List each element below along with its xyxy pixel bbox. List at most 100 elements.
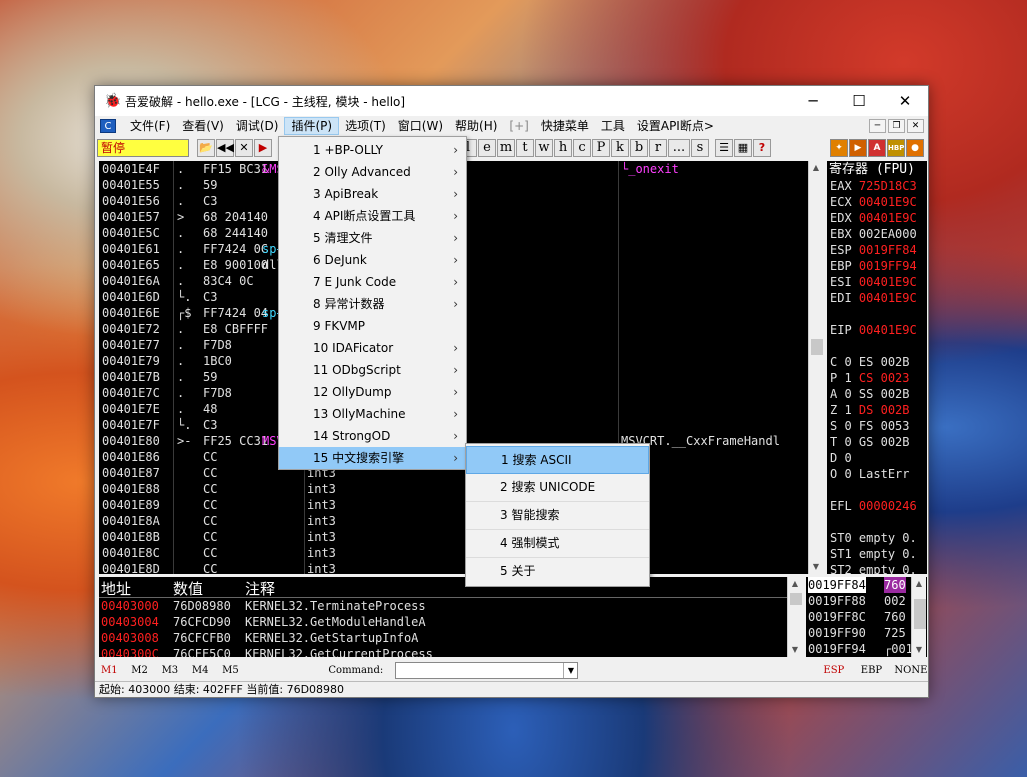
dump-row[interactable]: 00403004 76CFCD90 KERNEL32.GetModuleHandle… (99, 614, 802, 630)
plugin-bug-icon[interactable]: ✦ (830, 139, 848, 157)
register-row[interactable]: EAX 725D18C3 (827, 178, 927, 194)
bp-icon[interactable]: ● (906, 139, 924, 157)
menu-item[interactable]: 帮助(H) (449, 117, 503, 135)
dump-row[interactable]: 00403000 76D08980 KERNEL32.TerminateProces… (99, 598, 802, 614)
disasm-row[interactable]: 00401E88 CC int3 (99, 481, 822, 497)
register-row[interactable] (827, 514, 927, 530)
disasm-row[interactable]: 00401E8B CC int3 (99, 529, 822, 545)
register-row[interactable]: C 0 ES 002B (827, 354, 927, 370)
abp-icon[interactable]: A (868, 139, 886, 157)
plugin-menu-item[interactable]: 2 Olly Advanced › (279, 161, 466, 183)
register-row[interactable] (827, 338, 927, 354)
register-row[interactable]: O 0 LastErr (827, 466, 927, 482)
minimize-button[interactable]: ─ (790, 86, 836, 116)
search-submenu-item[interactable]: 5 关于 (466, 558, 649, 586)
menu-item[interactable]: 快捷菜单 (535, 117, 595, 135)
register-row[interactable]: S 0 FS 0053 (827, 418, 927, 434)
register-row[interactable]: EIP 00401E9C (827, 322, 927, 338)
plugin-menu-item[interactable]: 8 异常计数器 › (279, 293, 466, 315)
plugin-menu-item[interactable]: 1 +BP-OLLY › (279, 139, 466, 161)
plugin-menu-item[interactable]: 12 OllyDump › (279, 381, 466, 403)
register-row[interactable]: ECX 00401E9C (827, 194, 927, 210)
none-selector[interactable]: NONE (894, 665, 928, 676)
search-submenu-item[interactable]: 2 搜索 UNICODE (466, 474, 649, 502)
scroll-thumb[interactable] (914, 599, 926, 629)
register-row[interactable]: EFL 00000246 (827, 498, 927, 514)
run-icon[interactable]: ▶ (254, 139, 272, 157)
mdi-close-button[interactable]: ✕ (907, 119, 924, 133)
plugin-menu-item[interactable]: 7 E Junk Code › (279, 271, 466, 293)
window-k-button[interactable]: k (611, 139, 629, 157)
dump-pane[interactable]: 地址 数值 注释 00403000 76D08980 KERNEL32.Termin… (99, 577, 802, 657)
registers-pane[interactable]: 寄存器 (FPU) EAX 725D18C3 ECX 00401E9C EDX 00… (827, 161, 927, 574)
plugin-menu-item[interactable]: 4 API断点设置工具 › (279, 205, 466, 227)
register-row[interactable]: ST0 empty 0. (827, 530, 927, 546)
window-m-button[interactable]: m (497, 139, 515, 157)
disasm-row[interactable]: 00401E8D CC int3 (99, 561, 822, 574)
register-row[interactable]: ST2 empty 0. (827, 562, 927, 574)
command-input[interactable]: ▼ (395, 661, 579, 679)
plugin-menu-item[interactable]: 15 中文搜索引擎 › (279, 447, 466, 469)
title-bar[interactable]: 🐞 吾爱破解 - hello.exe - [LCG - 主线程, 模块 - he… (95, 86, 928, 116)
window-h-button[interactable]: h (554, 139, 572, 157)
menu-item[interactable]: 选项(T) (339, 117, 392, 135)
open-icon[interactable]: 📂 (197, 139, 215, 157)
scroll-up-icon[interactable]: ▲ (809, 161, 823, 175)
plugin-menu-item[interactable]: 10 IDAFicator › (279, 337, 466, 359)
register-row[interactable]: EDI 00401E9C (827, 290, 927, 306)
menu-item[interactable]: [+] (503, 117, 534, 135)
window-t-button[interactable]: t (516, 139, 534, 157)
disassembly-scrollbar[interactable]: ▲ ▼ (808, 161, 823, 574)
m2-tab[interactable]: M2 (131, 665, 155, 676)
search-submenu-item[interactable]: 1 搜索 ASCII (466, 446, 649, 474)
col-address[interactable]: 地址 (101, 578, 131, 599)
scroll-thumb[interactable] (811, 339, 823, 355)
list-icon[interactable]: ☰ (715, 139, 733, 157)
dump-row[interactable]: 0040300C 76CFF5C0 KERNEL32.GetCurrentProce… (99, 646, 802, 657)
register-row[interactable]: A 0 SS 002B (827, 386, 927, 402)
grid-icon[interactable]: ▦ (734, 139, 752, 157)
register-row[interactable]: P 1 CS 0023 (827, 370, 927, 386)
window-P-button[interactable]: P (592, 139, 610, 157)
plugin-menu-item[interactable]: 3 ApiBreak › (279, 183, 466, 205)
stack-row[interactable]: 0019FF94 ┌001 (806, 641, 927, 657)
register-row[interactable] (827, 306, 927, 322)
menu-item[interactable]: 插件(P) (284, 117, 340, 135)
window-b-button[interactable]: b (630, 139, 648, 157)
menu-item[interactable]: 查看(V) (176, 117, 230, 135)
menu-item[interactable]: 文件(F) (124, 117, 176, 135)
stack-row[interactable]: 0019FF8C 760 (806, 609, 927, 625)
m1-tab[interactable]: M1 (101, 665, 125, 676)
register-row[interactable]: EBP 0019FF94 (827, 258, 927, 274)
register-row[interactable]: D 0 (827, 450, 927, 466)
search-submenu-item[interactable]: 4 强制模式 (466, 530, 649, 558)
m4-tab[interactable]: M4 (192, 665, 216, 676)
close-debug-icon[interactable]: ✕ (235, 139, 253, 157)
search-submenu-item[interactable]: 3 智能搜索 (466, 502, 649, 530)
menu-item[interactable]: 窗口(W) (392, 117, 449, 135)
scroll-thumb[interactable] (790, 593, 802, 605)
register-row[interactable]: ESP 0019FF84 (827, 242, 927, 258)
window-c-button[interactable]: c (573, 139, 591, 157)
register-row[interactable]: ST1 empty 0. (827, 546, 927, 562)
disasm-row[interactable]: 00401E8A CC int3 (99, 513, 822, 529)
stack-row[interactable]: 0019FF90 725 (806, 625, 927, 641)
register-row[interactable]: EDX 00401E9C (827, 210, 927, 226)
window-e-button[interactable]: e (478, 139, 496, 157)
scroll-down-icon[interactable]: ▼ (912, 643, 926, 657)
stack-row[interactable]: 0019FF88 002 (806, 593, 927, 609)
plugin-run-icon[interactable]: ▶ (849, 139, 867, 157)
plugin-menu-item[interactable]: 9 FKVMP (279, 315, 466, 337)
stack-scrollbar[interactable]: ▲ ▼ (911, 577, 926, 657)
dump-row[interactable]: 00403008 76CFCFB0 KERNEL32.GetStartupInfoA (99, 630, 802, 646)
restart-icon[interactable]: ◀◀ (216, 139, 234, 157)
register-row[interactable]: T 0 GS 002B (827, 434, 927, 450)
dump-scrollbar[interactable]: ▲ ▼ (787, 577, 802, 657)
cpu-window-icon[interactable]: C (100, 119, 116, 133)
m3-tab[interactable]: M3 (162, 665, 186, 676)
col-value[interactable]: 数值 (173, 578, 203, 599)
window-r-button[interactable]: r (649, 139, 667, 157)
register-row[interactable]: EBX 002EA000 (827, 226, 927, 242)
scroll-up-icon[interactable]: ▲ (912, 577, 926, 591)
window-s-button[interactable]: s (691, 139, 709, 157)
